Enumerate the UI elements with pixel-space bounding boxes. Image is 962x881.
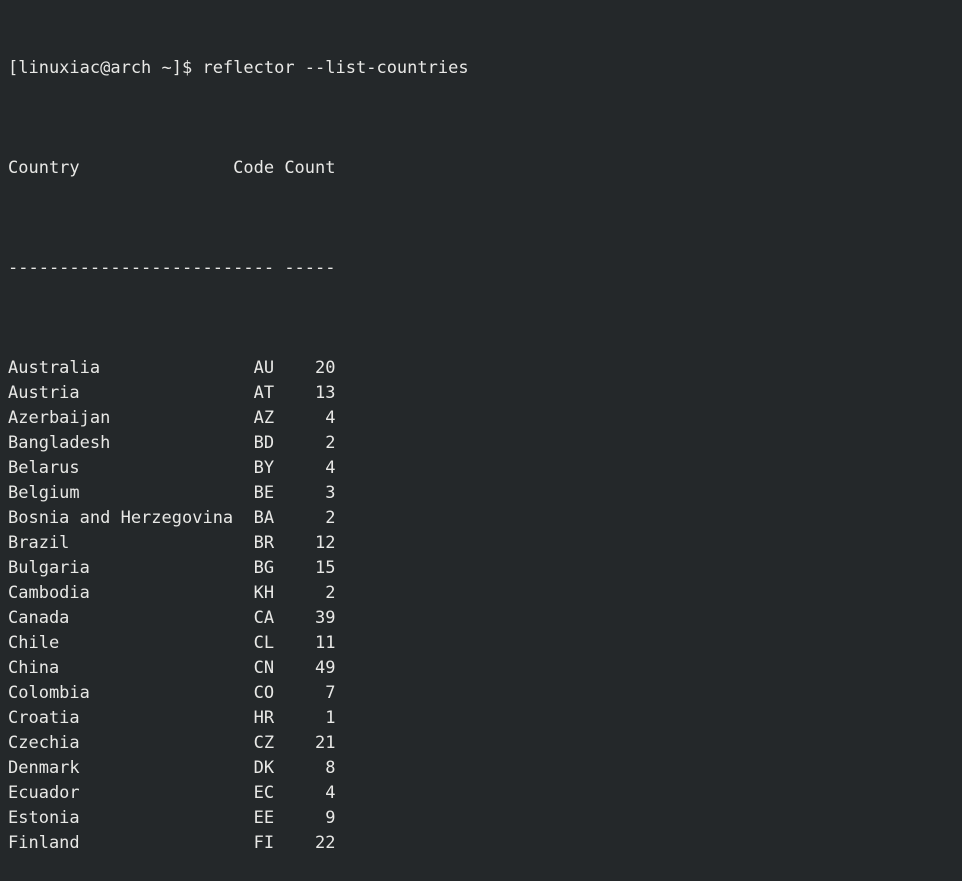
cell-code: CZ <box>253 733 275 753</box>
cell-code: FI <box>253 833 275 853</box>
cell-count: 20 <box>315 358 336 378</box>
cell-country: Brazil <box>8 533 70 553</box>
cell-country: Croatia <box>8 708 80 728</box>
cell-count: 12 <box>315 533 336 553</box>
cell-count: 1 <box>325 708 336 728</box>
table-row: Estonia EE 9 <box>8 806 962 831</box>
cell-code: AZ <box>253 408 275 428</box>
table-row: Bulgaria BG 15 <box>8 556 962 581</box>
cell-code: AT <box>253 383 275 403</box>
table-row: Azerbaijan AZ 4 <box>8 406 962 431</box>
cell-count: 7 <box>325 683 336 703</box>
cell-country: China <box>8 658 60 678</box>
cell-count: 4 <box>325 408 336 428</box>
cell-count: 21 <box>315 733 336 753</box>
table-row: Ecuador EC 4 <box>8 781 962 806</box>
cell-country: Estonia <box>8 808 80 828</box>
cell-count: 22 <box>315 833 336 853</box>
cell-count: 2 <box>325 433 336 453</box>
cell-count: 2 <box>325 508 336 528</box>
cell-code: BA <box>253 508 275 528</box>
table-row: Colombia CO 7 <box>8 681 962 706</box>
cell-country: Bulgaria <box>8 558 90 578</box>
cell-country: Austria <box>8 383 80 403</box>
table-row: Finland FI 22 <box>8 831 962 856</box>
cell-country: Cambodia <box>8 583 90 603</box>
table-row: Czechia CZ 21 <box>8 731 962 756</box>
cell-count: 39 <box>315 608 336 628</box>
cell-code: EE <box>253 808 275 828</box>
header-country: Country <box>8 158 80 178</box>
cell-code: BR <box>253 533 275 553</box>
header-code: Code <box>233 158 275 178</box>
cell-count: 15 <box>315 558 336 578</box>
cell-count: 9 <box>325 808 336 828</box>
table-row: Belgium BE 3 <box>8 481 962 506</box>
cell-code: BG <box>253 558 275 578</box>
command-prompt-line: [linuxiac@arch ~]$ reflector --list-coun… <box>8 56 962 81</box>
cell-code: KH <box>253 583 275 603</box>
table-row: Chile CL 11 <box>8 631 962 656</box>
cell-count: 3 <box>325 483 336 503</box>
table-row: Belarus BY 4 <box>8 456 962 481</box>
separator-code: ---- <box>233 258 275 278</box>
cell-country: Australia <box>8 358 101 378</box>
table-row: Austria AT 13 <box>8 381 962 406</box>
cell-count: 49 <box>315 658 336 678</box>
cell-count: 4 <box>325 783 336 803</box>
table-row: Australia AU 20 <box>8 356 962 381</box>
table-row: Bosnia and Herzegovina BA 2 <box>8 506 962 531</box>
cell-country: Belarus <box>8 458 80 478</box>
cell-code: CA <box>253 608 275 628</box>
cell-country: Bosnia and Herzegovina <box>8 508 234 528</box>
table-row: Bangladesh BD 2 <box>8 431 962 456</box>
cell-code: BY <box>253 458 275 478</box>
cell-country: Colombia <box>8 683 90 703</box>
separator-country: ---------------------- <box>8 258 234 278</box>
cell-count: 13 <box>315 383 336 403</box>
cell-country: Czechia <box>8 733 80 753</box>
table-row: Cambodia KH 2 <box>8 581 962 606</box>
table-body: Australia AU 20 Austria AT 13 Azerbaijan AZ 4 Ban… <box>8 356 962 856</box>
cell-country: Canada <box>8 608 70 628</box>
table-separator-row: -------------------------- ----- <box>8 256 962 281</box>
table-row: China CN 49 <box>8 656 962 681</box>
cell-country: Ecuador <box>8 783 80 803</box>
table-row: Brazil BR 12 <box>8 531 962 556</box>
cell-code: DK <box>253 758 275 778</box>
table-row: Canada CA 39 <box>8 606 962 631</box>
header-count: Count <box>284 158 336 178</box>
cell-code: BE <box>253 483 275 503</box>
cell-code: CL <box>253 633 275 653</box>
cell-count: 2 <box>325 583 336 603</box>
table-row: Croatia HR 1 <box>8 706 962 731</box>
cell-count: 8 <box>325 758 336 778</box>
cell-country: Finland <box>8 833 80 853</box>
cell-count: 4 <box>325 458 336 478</box>
cell-code: CN <box>253 658 275 678</box>
cell-country: Azerbaijan <box>8 408 111 428</box>
table-header-row: Country Code Count <box>8 156 962 181</box>
cell-country: Chile <box>8 633 60 653</box>
prompt-text: [linuxiac@arch ~]$ reflector --list-coun… <box>8 58 469 78</box>
cell-code: AU <box>253 358 275 378</box>
terminal-screen[interactable]: [linuxiac@arch ~]$ reflector --list-coun… <box>0 0 962 853</box>
cell-country: Bangladesh <box>8 433 111 453</box>
separator-count: ----- <box>284 258 336 278</box>
cell-code: EC <box>253 783 275 803</box>
cell-country: Belgium <box>8 483 80 503</box>
cell-code: HR <box>253 708 275 728</box>
cell-country: Denmark <box>8 758 80 778</box>
cell-code: CO <box>253 683 275 703</box>
table-row: Denmark DK 8 <box>8 756 962 781</box>
cell-count: 11 <box>315 633 336 653</box>
cell-code: BD <box>253 433 275 453</box>
